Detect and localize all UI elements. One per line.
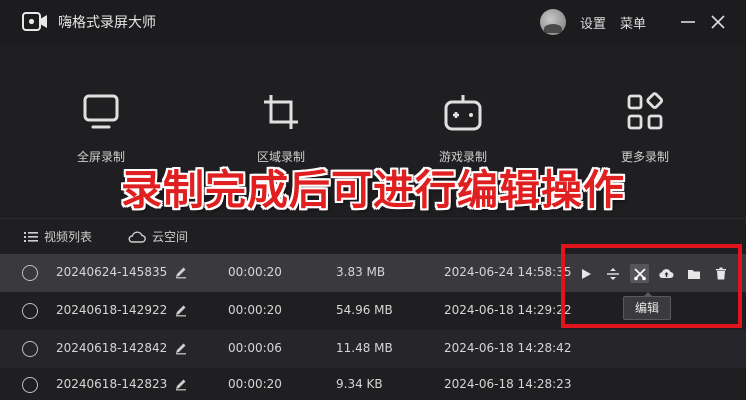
- crop-icon: [264, 95, 298, 129]
- table-row[interactable]: 20240618-142823 00:00:20 9.34 KB 2024-06…: [0, 366, 746, 400]
- cloud-icon: [128, 231, 146, 243]
- tab-video-list[interactable]: 视频列表: [24, 228, 92, 245]
- title-bar: 嗨格式录屏大师 设置 菜单: [0, 0, 746, 44]
- grid-icon: [627, 92, 664, 130]
- recording-name: 20240624-145835: [56, 265, 168, 279]
- pencil-icon[interactable]: [174, 377, 188, 391]
- recording-date: 2024-06-18 14:29:22: [444, 303, 572, 317]
- recording-size: 54.96 MB: [336, 303, 393, 317]
- recording-size: 11.48 MB: [336, 341, 393, 355]
- list-icon: [24, 231, 38, 242]
- settings-button[interactable]: 设置: [580, 13, 606, 32]
- recording-name: 20240618-142842: [56, 341, 168, 355]
- pencil-icon[interactable]: [174, 341, 188, 355]
- tab-label: 云空间: [152, 230, 189, 244]
- tab-cloud-space[interactable]: 云空间: [128, 228, 188, 245]
- avatar[interactable]: [540, 9, 566, 35]
- gamepad-icon: [444, 95, 482, 131]
- recording-date: 2024-06-18 14:28:23: [444, 377, 572, 391]
- recording-duration: 00:00:20: [228, 377, 282, 391]
- row-select-radio[interactable]: [22, 265, 38, 281]
- tab-label: 视频列表: [44, 230, 93, 244]
- recording-duration: 00:00:06: [228, 341, 282, 355]
- recording-size: 3.83 MB: [336, 265, 386, 279]
- recording-duration: 00:00:20: [228, 265, 282, 279]
- recording-date: 2024-06-18 14:28:42: [444, 341, 572, 355]
- recording-date: 2024-06-24 14:58:35: [444, 265, 572, 279]
- recording-name: 20240618-142922: [56, 303, 168, 317]
- close-icon[interactable]: [706, 10, 730, 34]
- menu-button[interactable]: 菜单: [620, 13, 646, 32]
- recording-name: 20240618-142823: [56, 377, 168, 391]
- table-row[interactable]: 20240618-142842 00:00:06 11.48 MB 2024-0…: [0, 330, 746, 368]
- row-select-radio[interactable]: [22, 303, 38, 319]
- recording-size: 9.34 KB: [336, 377, 383, 391]
- row-select-radio[interactable]: [22, 341, 38, 357]
- highlight-box: [561, 244, 742, 328]
- minimize-icon[interactable]: [676, 10, 700, 34]
- row-select-radio[interactable]: [22, 377, 38, 393]
- overlay-caption: 录制完成后可进行编辑操作: [121, 166, 625, 214]
- pencil-icon[interactable]: [174, 303, 188, 317]
- pencil-icon[interactable]: [174, 265, 188, 279]
- app-title: 嗨格式录屏大师: [58, 15, 156, 31]
- app-logo-icon: [22, 12, 47, 31]
- monitor-icon: [83, 94, 119, 129]
- recording-duration: 00:00:20: [228, 303, 282, 317]
